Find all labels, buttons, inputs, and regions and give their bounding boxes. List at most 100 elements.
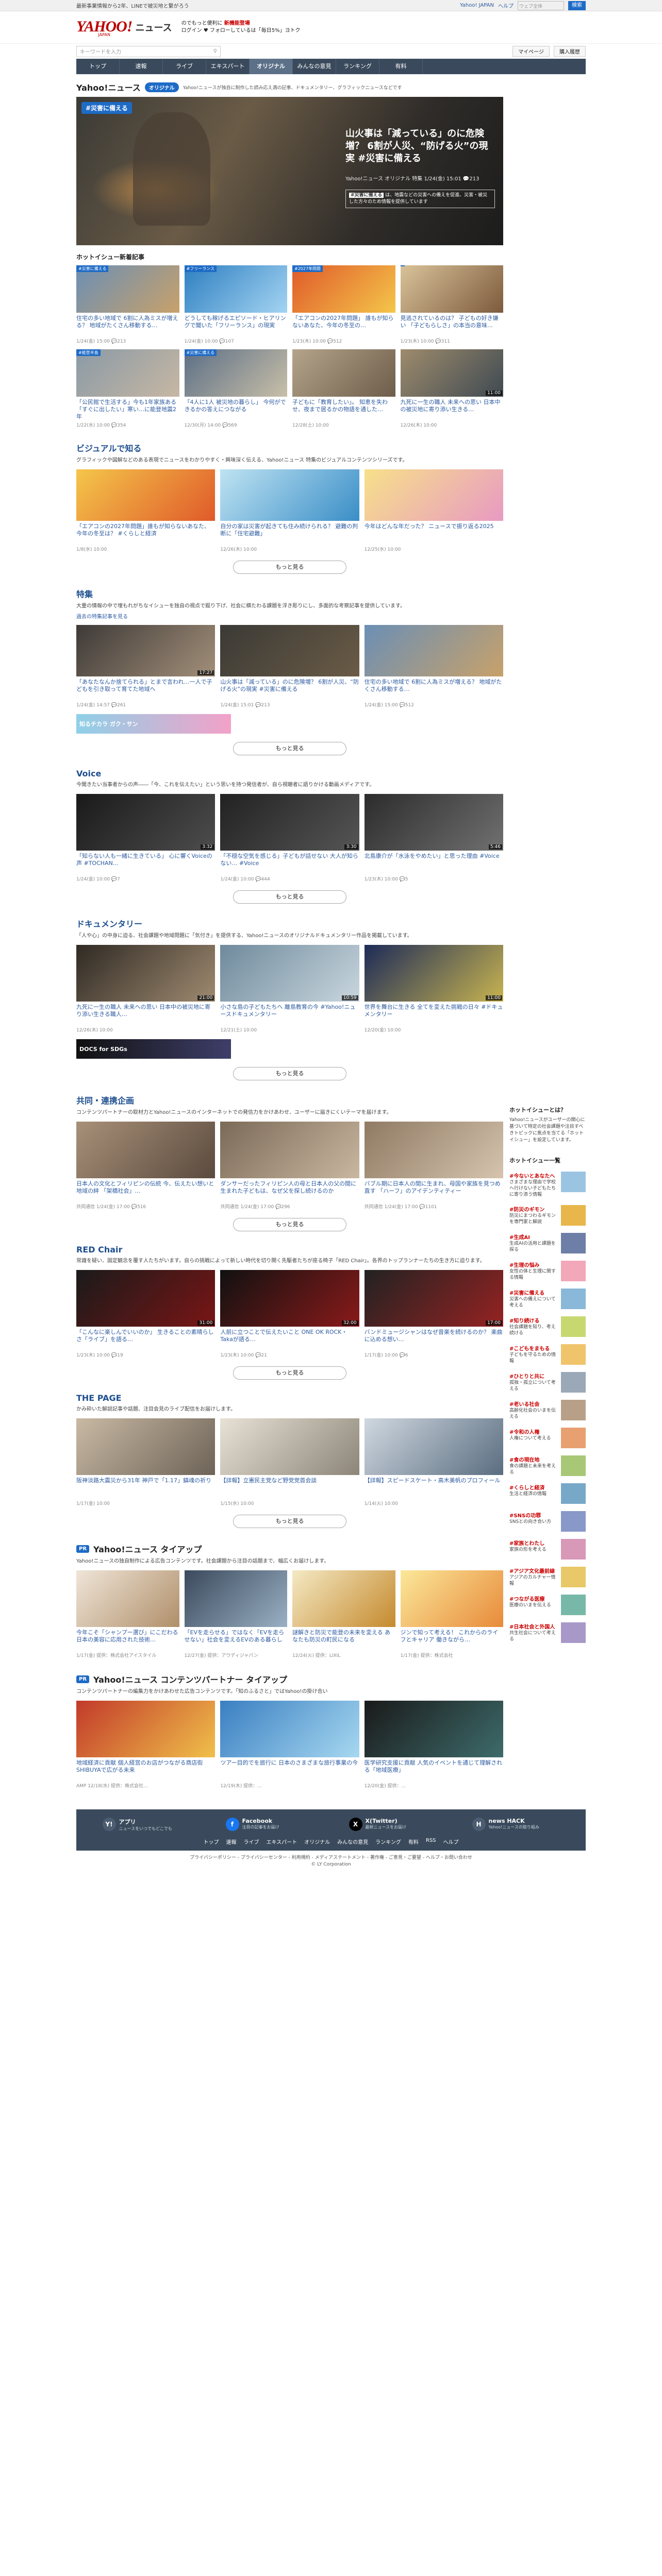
- footer-link[interactable]: みんなの意見: [337, 1838, 368, 1845]
- shiru-chikara-banner[interactable]: 知るチカラ ガク・サン: [76, 714, 231, 734]
- ad-card[interactable]: 地域経済に貢献 個人経営のお店がつながる商店街 SHIBUYAで広がる未来 AMP…: [76, 1701, 216, 1789]
- web-search-input[interactable]: ウェブ全体: [518, 1, 564, 10]
- yahoo-logo[interactable]: YAHOO! JAPAN: [76, 18, 133, 37]
- footer-link[interactable]: エキスパート: [266, 1838, 297, 1845]
- article-card[interactable]: 日本人の文化とフィリピンの伝統 今、伝えたい想いと地域の絆 「架橋社会」… 共同通…: [76, 1122, 216, 1210]
- video-card[interactable]: 17:00 バンドミュージシャンはなぜ音楽を続けるのか？ 楽曲に込める想い… 1/1…: [364, 1270, 503, 1358]
- hero-title[interactable]: 山火事は「減っている」のに危険増？ 6割が人災、“防げる火”の現実 #災害に備え…: [345, 128, 495, 165]
- ad-card[interactable]: 今年こそ「シャンプー選び」にこだわる 日本の美容に応用された技術… 1/17(金)…: [76, 1570, 179, 1658]
- nav-paid[interactable]: 有料: [379, 59, 423, 74]
- nav-live[interactable]: ライブ: [163, 59, 206, 74]
- article-card[interactable]: 今年はどんな年だった？ ニュースで振り返る2025 12/25(水) 10:00: [364, 469, 503, 552]
- article-card[interactable]: 住宅の多い地域で 6割に人為ミスが増える？ 地域がたくさん移動する… 1/24(金…: [364, 625, 503, 708]
- video-card[interactable]: 3:32 「知らない人も一緒に生きている」 心に響くVoiceの声 #TOCHAN…: [76, 794, 216, 882]
- legal-links[interactable]: プライバシーポリシー - プライバシーセンター - 利用規約 - メディアステー…: [76, 1855, 586, 1861]
- search-icon[interactable]: ⚲: [213, 48, 217, 54]
- hot-issue-item[interactable]: #災害に備える 災害への備えについて考える: [509, 1289, 586, 1309]
- article-card[interactable]: 【詳報】スピードスケート・高木美帆のプロフィール 1/14(火) 10:00: [364, 1418, 503, 1506]
- hot-issue-item[interactable]: #日本社会と外国人 共生社会について考える: [509, 1622, 586, 1643]
- article-card[interactable]: 【詳報】立憲民主党など野党党首会談 1/15(水) 10:00: [220, 1418, 359, 1506]
- footer-link[interactable]: ライブ: [243, 1838, 259, 1845]
- article-card[interactable]: #フリーランス どうしても稼げるエピソード・ヒアリングで聞いた「フリーランス」の現…: [184, 265, 287, 344]
- footer-link[interactable]: 有料: [408, 1838, 419, 1845]
- footer-link[interactable]: ヘルプ: [443, 1838, 459, 1845]
- more-button[interactable]: もっと見る: [233, 561, 346, 574]
- hot-issue-item[interactable]: #生成AI 生成AIの活用と課題を探る: [509, 1233, 586, 1253]
- video-card[interactable]: 21:00 九死に一生の職人 未来への思い 日本中の被災地に寄り添い生きる職人… 1…: [76, 945, 216, 1033]
- site-name[interactable]: ニュース: [135, 21, 172, 34]
- nav-ranking[interactable]: ランキング: [336, 59, 379, 74]
- more-button[interactable]: もっと見る: [233, 742, 346, 755]
- hot-issue-item[interactable]: #生理の悩み 女性の体と生理に関する情報: [509, 1261, 586, 1281]
- more-button[interactable]: もっと見る: [233, 890, 346, 904]
- footer-newshack-link[interactable]: Hnews HACK Yahoo!ニュースの取り組み: [472, 1818, 560, 1832]
- hot-issue-item[interactable]: #老いる社会 高齢化社会のいまを伝える: [509, 1400, 586, 1420]
- video-card[interactable]: 5:46 北島康介が「水泳をやめたい」と思った理由 #Voice 1/23(木) 1…: [364, 794, 503, 882]
- video-card[interactable]: 32:00 人前に立つことで伝えたいこと ONE OK ROCK・Takaが語る……: [220, 1270, 359, 1358]
- nav-opinions[interactable]: みんなの意見: [293, 59, 336, 74]
- hot-issue-item[interactable]: #ひとりと共に 孤独・孤立について考える: [509, 1372, 586, 1393]
- hot-issue-item[interactable]: #知り続ける 社会課題を知り、考え続ける: [509, 1316, 586, 1337]
- more-button[interactable]: もっと見る: [233, 1218, 346, 1231]
- nav-original[interactable]: オリジナル: [250, 59, 293, 74]
- footer-link[interactable]: オリジナル: [304, 1838, 330, 1845]
- video-card[interactable]: 10:59 小さな島の子どもたちへ 離島教育の今 #Yahoo!ニュースドキュメン…: [220, 945, 359, 1033]
- hot-issue-item[interactable]: #こどもをまもる 子どもを守るための情報: [509, 1344, 586, 1365]
- mypage-button[interactable]: マイページ: [512, 46, 550, 57]
- footer-link[interactable]: ランキング: [375, 1838, 401, 1845]
- article-card[interactable]: 「エアコンの2027年問題」誰もが知らないあなた、今年の冬至は？ #くらしと経済…: [76, 469, 216, 552]
- news-search-input[interactable]: キーワードを入力 ⚲: [76, 45, 221, 57]
- past-features-link[interactable]: 過去の特集記事を見る: [76, 612, 503, 620]
- article-card[interactable]: #災害に備える 住宅の多い地域で 6割に人為ミスが増える？ 地域がたくさん移動する…: [76, 265, 179, 344]
- hero-badge[interactable]: #災害に備える: [81, 102, 132, 114]
- footer-link[interactable]: 速報: [226, 1838, 236, 1845]
- web-search-button[interactable]: 検索: [568, 1, 586, 10]
- hot-issue-item[interactable]: #防災のギモン 防災にまつわるギモンを専門家と解説: [509, 1205, 586, 1226]
- ad-card[interactable]: 「EVを走らせる」ではなく「EVを走らせない」社会を変えるEVのある暮らし 12/…: [184, 1570, 287, 1658]
- article-card[interactable]: 自分の家は災害が起きても住み続けられる？ 避難の判断に「住宅避難」 12/26(木…: [220, 469, 359, 552]
- hot-issue-item[interactable]: #アジア文化最前線 アジアのカルチャー情報: [509, 1567, 586, 1587]
- more-button[interactable]: もっと見る: [233, 1366, 346, 1380]
- article-card[interactable]: 見逃されているのは？ 子どもの好き嫌い 「子どもらしさ」の本当の意味… 1/23(…: [400, 265, 503, 344]
- hot-issue-item[interactable]: #食の現在地 食の課題と未来を考える: [509, 1455, 586, 1476]
- yahoo-japan-link[interactable]: Yahoo! JAPAN: [460, 3, 494, 8]
- login-promo[interactable]: のでもっと便利に 新機能登場 ログイン ♥ フォローしているは「毎日5%」ヨトク: [181, 20, 301, 35]
- help-link[interactable]: ヘルプ: [498, 2, 514, 9]
- hot-issue-item[interactable]: #今ないとあなたへ さまざまな理由で学校へ行けない子どもたちに寄り添う情報: [509, 1172, 586, 1198]
- hot-issue-item[interactable]: #くらしと経済 生活と経済の情報: [509, 1483, 586, 1504]
- ad-card[interactable]: ジンで知って考える！ これからのライフとキャリア 働きながら… 1/17(金) 提…: [400, 1570, 503, 1658]
- hero-article[interactable]: #災害に備える 山火事は「減っている」のに危険増？ 6割が人災、“防げる火”の現…: [76, 97, 503, 245]
- nav-breaking[interactable]: 速報: [120, 59, 163, 74]
- article-card[interactable]: 阪神淡路大震災から31年 神戸で「1.17」鎮魂の祈り 1/17(金) 10:00: [76, 1418, 216, 1506]
- more-button[interactable]: もっと見る: [233, 1515, 346, 1528]
- docs-sdgs-banner[interactable]: DOCS for SDGs: [76, 1039, 231, 1059]
- article-card[interactable]: #能登半島 「公民館で生活する」今も1年家族ある 「すぐに出したい」寒い…に能登地…: [76, 349, 179, 428]
- nav-top[interactable]: トップ: [76, 59, 120, 74]
- video-card[interactable]: 3:30 「不穏な空気を感じる」子どもが話せない 大人が知らない… #Voice 1…: [220, 794, 359, 882]
- article-card[interactable]: バブル期に日本人の間に生まれ、母国や家族を見つめ直す 「ハーフ」のアイデンティテ…: [364, 1122, 503, 1210]
- hot-issue-item[interactable]: #令和の人権 人権について考える: [509, 1428, 586, 1448]
- article-card[interactable]: 子どもに「教育したい」。 知恵を失わせ、夜まで居るかの物語を通した… 12/28(…: [292, 349, 395, 428]
- hot-issue-item[interactable]: #つながる医療 医療のいまを伝える: [509, 1595, 586, 1615]
- article-card[interactable]: 17:27 「あなたなんか捨てられる」とまで言われ…一人で子どもを引き取って育てた…: [76, 625, 216, 708]
- footer-link[interactable]: トップ: [203, 1838, 219, 1845]
- ad-card[interactable]: 医学研究支援に貢献 人気のイベントを通じて理解される「地域医療」 12/20(金)…: [364, 1701, 503, 1789]
- nav-expert[interactable]: エキスパート: [206, 59, 250, 74]
- article-card[interactable]: #2027年問題 「エアコンの2027年問題」 誰もが知らないあなた、今年の冬至の…: [292, 265, 395, 344]
- hero-issue-box[interactable]: #災害に備える は、地震などの災害への備えを促進、災害・被災した方々のため情報を…: [345, 190, 495, 208]
- hot-issue-item[interactable]: #SNSの功罪 SNSとの向き合い方: [509, 1511, 586, 1532]
- video-card[interactable]: 11:00 世界を舞台に生きる 全てを変えた挑戦の日々 #ドキュメンタリー 12/2…: [364, 945, 503, 1033]
- footer-link[interactable]: RSS: [426, 1838, 436, 1845]
- ad-card[interactable]: ツアー目的でを旅行に 日本のさまざまな旅行事業の今 12/19(木) 提供：…: [220, 1701, 359, 1789]
- purchase-history-button[interactable]: 購入履歴: [554, 46, 586, 57]
- ad-card[interactable]: 謎解きと防災で能登の未来を変える あなたも防災の町民になる 12/24(火) 提供…: [292, 1570, 395, 1658]
- footer-x-link[interactable]: X X(Twitter) 最新ニュースをお届け: [349, 1818, 437, 1832]
- top-notice[interactable]: 最新事業情報から2年、LINEで被災地と繋がろう: [76, 2, 189, 9]
- hot-issue-item[interactable]: #家族とわたし 家族の形を考える: [509, 1539, 586, 1560]
- video-card[interactable]: 31:00 「こんなに楽しんでいいのか」 生きることの素晴らしさ「ライブ」を語る……: [76, 1270, 216, 1358]
- more-button[interactable]: もっと見る: [233, 1067, 346, 1080]
- footer-app-link[interactable]: Y! アプリ ニュースをいつでもどこでも: [102, 1818, 190, 1832]
- footer-facebook-link[interactable]: f Facebook 注目の記事をお届け: [225, 1818, 313, 1832]
- article-card[interactable]: 11:00 九死に一生の職人 未来への思い 日本中の被災地に寄り添い生きる… 12/…: [400, 349, 503, 428]
- article-card[interactable]: ダンサーだったフィリピン人の母と日本人の父の間に生まれた子どもは、なぜ父を探し続…: [220, 1122, 359, 1210]
